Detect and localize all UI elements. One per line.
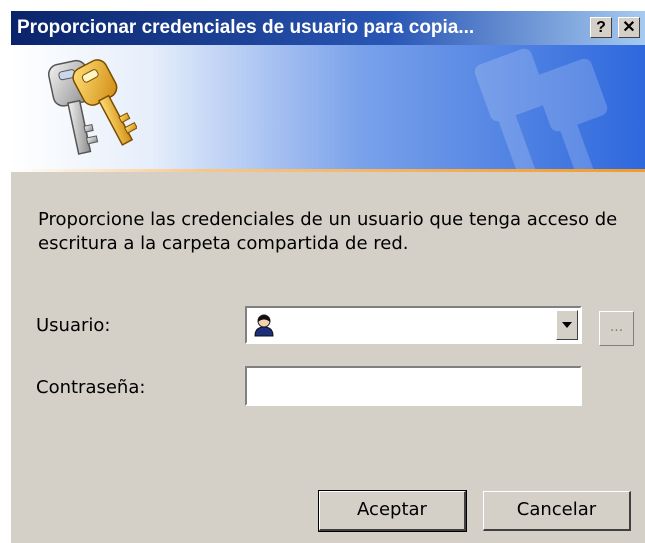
window-title: Proporcionar credenciales de usuario par…	[17, 17, 475, 38]
watermark-keys-icon	[474, 48, 608, 169]
user-label: Usuario:	[36, 315, 111, 336]
credentials-dialog: Proporcionar credenciales de usuario par…	[11, 11, 645, 543]
title-bar[interactable]: Proporcionar credenciales de usuario par…	[11, 11, 645, 45]
password-label: Contraseña:	[36, 377, 146, 398]
user-combobox[interactable]	[245, 306, 582, 344]
user-dropdown-button[interactable]	[556, 310, 578, 340]
header-banner	[11, 45, 645, 169]
user-icon	[254, 314, 274, 337]
cancel-button[interactable]: Cancelar	[483, 491, 631, 531]
keys-icon	[47, 59, 137, 155]
instructions-text: Proporcione las credenciales de un usuar…	[38, 209, 618, 254]
help-button[interactable]: ?	[590, 17, 612, 38]
chevron-down-icon	[562, 322, 572, 328]
password-field[interactable]	[245, 366, 582, 406]
ok-button[interactable]: Aceptar	[318, 490, 467, 532]
browse-user-button[interactable]: ...	[599, 311, 634, 346]
close-button[interactable]: ✕	[618, 17, 640, 38]
dialog-content: Proporcione las credenciales de un usuar…	[11, 172, 645, 543]
